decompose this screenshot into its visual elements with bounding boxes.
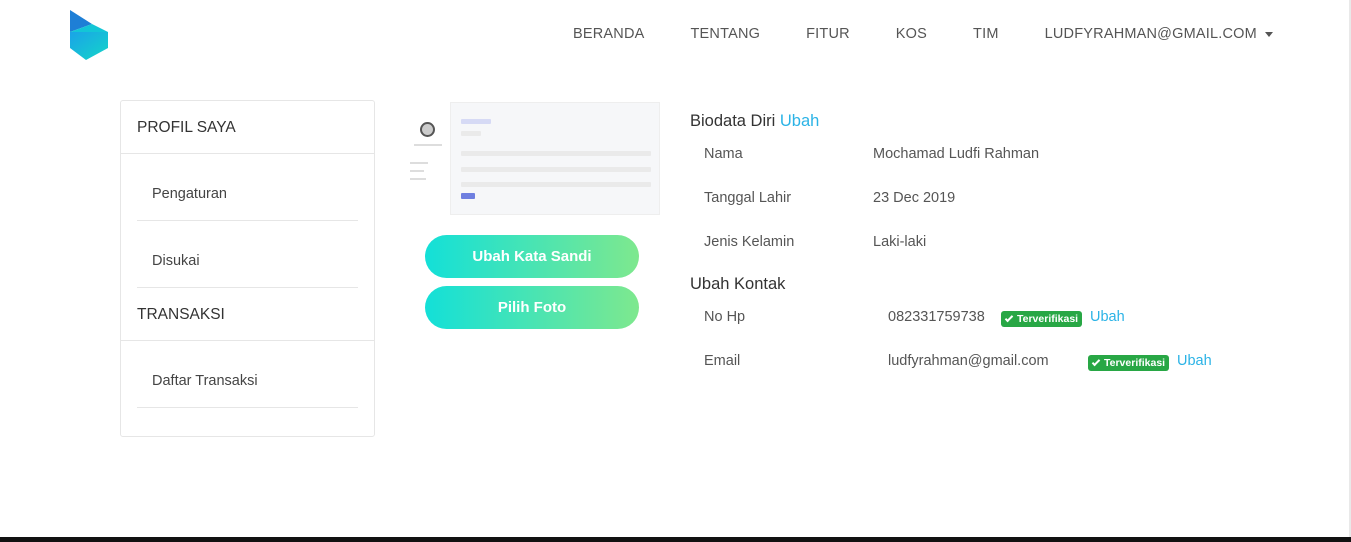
- contact-title: Ubah Kontak: [690, 275, 786, 293]
- biodata-value-tanggal-lahir: 23 Dec 2019: [873, 190, 956, 206]
- biodata-label-jenis-kelamin: Jenis Kelamin: [704, 234, 795, 250]
- navbar: BERANDA TENTANG FITUR KOS TIM LUDFYRAHMA…: [0, 0, 1351, 70]
- check-icon: [1004, 313, 1014, 323]
- contact-value-phone: 082331759738: [888, 309, 985, 325]
- preview-line: [410, 178, 426, 180]
- biodata-edit-link[interactable]: Ubah: [780, 112, 819, 130]
- preview-sidebar: [408, 100, 448, 215]
- nav-tentang[interactable]: TENTANG: [691, 26, 761, 42]
- preview-line: [410, 162, 428, 164]
- nav-kos[interactable]: KOS: [896, 26, 927, 42]
- choose-photo-button[interactable]: Pilih Foto: [425, 286, 639, 329]
- preview-avatar: [420, 122, 435, 137]
- preview-button: [461, 193, 475, 199]
- phone-verified-badge: Terverifikasi: [1001, 311, 1083, 327]
- phone-verified-label: Terverifikasi: [1017, 313, 1079, 325]
- preview-row: [461, 151, 651, 156]
- sidebar-item-daftar-transaksi[interactable]: Daftar Transaksi: [137, 341, 358, 408]
- biodata-title-text: Biodata Diri: [690, 112, 776, 130]
- email-verified-label: Terverifikasi: [1104, 357, 1166, 369]
- sidebar-item-pengaturan[interactable]: Pengaturan: [137, 154, 358, 221]
- preview-row: [461, 167, 651, 172]
- footer-bar: [0, 537, 1351, 542]
- biodata-value-jenis-kelamin: Laki-laki: [873, 234, 927, 250]
- brand-logo-icon[interactable]: [70, 10, 108, 60]
- email-edit-link[interactable]: Ubah: [1177, 353, 1212, 369]
- user-email-label: LUDFYRAHMAN@GMAIL.COM: [1044, 26, 1257, 42]
- biodata-label-nama: Nama: [704, 146, 743, 162]
- nav-links: BERANDA TENTANG FITUR KOS TIM LUDFYRAHMA…: [573, 26, 1273, 42]
- sidebar-header-profil: PROFIL SAYA: [121, 101, 374, 154]
- biodata-value-nama: Mochamad Ludfi Rahman: [873, 146, 1040, 162]
- preview-row: [461, 131, 481, 136]
- preview-line: [410, 170, 424, 172]
- user-menu-dropdown[interactable]: LUDFYRAHMAN@GMAIL.COM: [1045, 26, 1273, 42]
- contact-label-phone: No Hp: [704, 309, 746, 325]
- biodata-title: Biodata Diri Ubah: [690, 112, 819, 131]
- phone-edit-link[interactable]: Ubah: [1090, 309, 1125, 325]
- nav-fitur[interactable]: FITUR: [806, 26, 850, 42]
- caret-down-icon: [1264, 31, 1273, 37]
- preview-line: [414, 144, 442, 146]
- profile-photo-preview: [408, 100, 660, 215]
- profile-sidebar: PROFIL SAYA Pengaturan Disukai TRANSAKSI…: [120, 100, 375, 437]
- preview-row: [461, 119, 491, 124]
- check-icon: [1091, 357, 1101, 367]
- preview-panel: [450, 102, 660, 215]
- sidebar-item-disukai[interactable]: Disukai: [137, 221, 358, 288]
- biodata-label-tanggal-lahir: Tanggal Lahir: [704, 190, 792, 206]
- email-verified-badge: Terverifikasi: [1088, 355, 1170, 371]
- sidebar-header-transaksi: TRANSAKSI: [121, 288, 374, 341]
- nav-beranda[interactable]: BERANDA: [573, 26, 645, 42]
- preview-row: [461, 182, 651, 187]
- change-password-button[interactable]: Ubah Kata Sandi: [425, 235, 639, 278]
- contact-label-email: Email: [704, 353, 741, 369]
- contact-value-email: ludfyrahman@gmail.com: [888, 353, 1049, 369]
- nav-tim[interactable]: TIM: [973, 26, 999, 42]
